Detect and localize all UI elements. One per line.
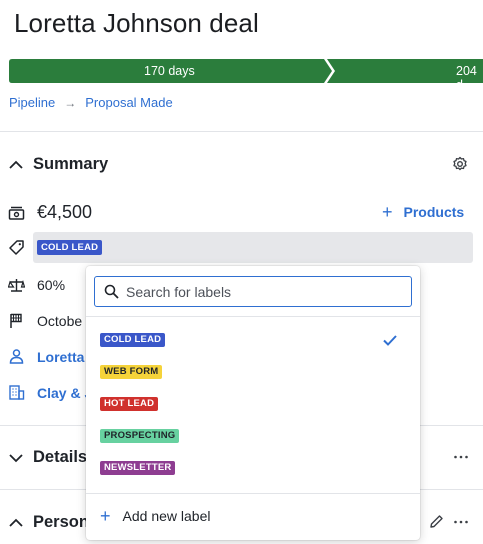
deal-title[interactable]: Loretta Johnson deal xyxy=(14,8,259,39)
tag-icon xyxy=(9,240,24,255)
arrow-right-icon: → xyxy=(64,95,77,110)
gear-icon[interactable] xyxy=(452,156,468,172)
divider xyxy=(0,131,483,132)
pencil-icon[interactable] xyxy=(429,514,444,529)
label-option-cold-lead[interactable]: COLD LEAD xyxy=(86,324,420,356)
label-option-chip: NEWSLETTER xyxy=(100,461,176,475)
building-icon xyxy=(9,385,25,400)
stage-2-duration: 204 d xyxy=(456,64,477,92)
label-option-prospecting[interactable]: PROSPECTING xyxy=(86,420,420,452)
label-dropdown: COLD LEAD WEB FORM HOT LEAD PROSPECTING … xyxy=(86,266,420,540)
details-title: Details xyxy=(33,448,88,466)
label-option-hot-lead[interactable]: HOT LEAD xyxy=(86,388,420,420)
add-new-label-button[interactable]: + Add new label xyxy=(100,506,211,526)
products-label: Products xyxy=(403,204,465,220)
chevron-down-icon[interactable] xyxy=(8,450,24,466)
person-icon xyxy=(9,349,24,364)
details-section-header[interactable]: Details xyxy=(8,448,87,467)
add-products-button[interactable]: + Products xyxy=(382,202,465,222)
dropdown-divider xyxy=(86,316,420,317)
plus-icon: + xyxy=(100,506,111,526)
search-icon xyxy=(104,284,119,299)
label-search-box[interactable] xyxy=(94,276,412,307)
breadcrumb-stage-link[interactable]: Proposal Made xyxy=(85,95,172,110)
current-label-badge: COLD LEAD xyxy=(37,240,103,255)
add-new-label-text: Add new label xyxy=(122,508,211,524)
probability-value[interactable]: 60% xyxy=(37,277,65,293)
chevron-up-icon[interactable] xyxy=(8,515,24,531)
person-link[interactable]: Loretta xyxy=(37,349,84,365)
money-icon xyxy=(8,206,25,220)
scale-icon xyxy=(8,279,25,292)
person-section-title: Person xyxy=(33,513,89,531)
more-options-icon[interactable] xyxy=(453,449,469,465)
label-field[interactable]: COLD LEAD xyxy=(33,232,473,263)
deal-value[interactable]: €4,500 xyxy=(37,202,92,223)
person-section-header[interactable]: Person xyxy=(8,513,89,532)
label-option-web-form[interactable]: WEB FORM xyxy=(86,356,420,388)
label-option-newsletter[interactable]: NEWSLETTER xyxy=(86,452,420,484)
label-option-chip: PROSPECTING xyxy=(100,429,180,443)
dropdown-divider xyxy=(86,493,420,494)
summary-section-header[interactable]: Summary xyxy=(8,155,108,174)
label-option-chip: WEB FORM xyxy=(100,365,163,379)
breadcrumb-pipeline-link[interactable]: Pipeline xyxy=(9,95,55,110)
summary-title: Summary xyxy=(33,155,109,173)
organization-link[interactable]: Clay & J xyxy=(37,385,92,401)
flag-icon xyxy=(10,313,22,328)
label-option-chip: HOT LEAD xyxy=(100,397,159,411)
label-search-input[interactable] xyxy=(126,281,406,303)
checkmark-icon xyxy=(383,335,397,346)
pipeline-stage-bar: 170 days 204 d xyxy=(9,59,483,92)
label-option-chip: COLD LEAD xyxy=(100,333,166,347)
breadcrumb: Pipeline → Proposal Made xyxy=(9,95,173,110)
plus-icon: + xyxy=(382,202,393,222)
chevron-up-icon[interactable] xyxy=(8,157,24,173)
expected-close-date[interactable]: Octobe xyxy=(37,313,82,329)
stage-bar-graphic xyxy=(9,59,483,83)
more-options-icon[interactable] xyxy=(453,514,469,530)
stage-1-duration: 170 days xyxy=(144,64,195,78)
